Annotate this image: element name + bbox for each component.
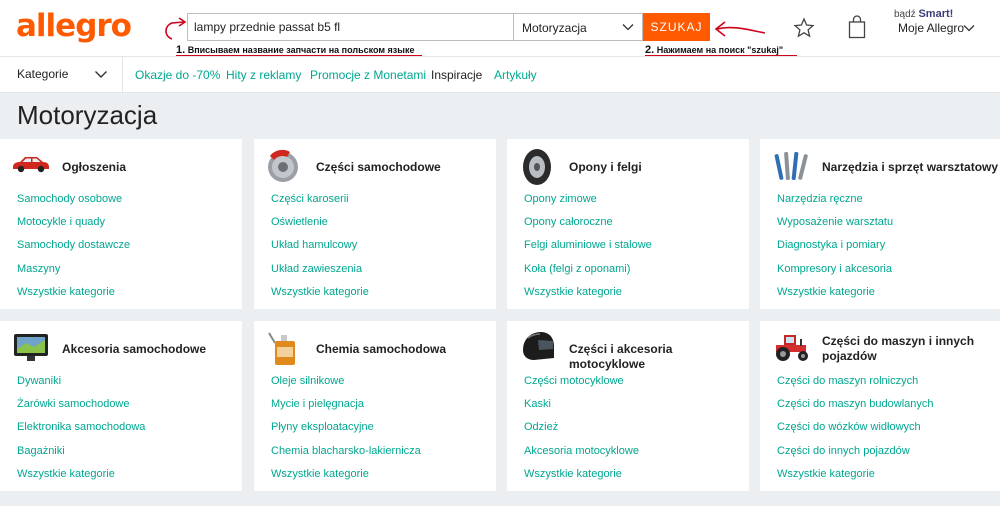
- tractor-icon: [776, 335, 808, 361]
- card-link[interactable]: Żarówki samochodowe: [17, 398, 130, 410]
- card-link[interactable]: Bagażniki: [17, 445, 65, 457]
- annotation-step-2-text: Нажимаем на поиск "szukaj": [656, 45, 784, 55]
- card-title: Ogłoszenia: [62, 160, 127, 174]
- card-link[interactable]: Wszystkie kategorie: [17, 468, 115, 480]
- card-link[interactable]: Diagnostyka i pomiary: [777, 239, 885, 251]
- search-button[interactable]: SZUKAJ: [643, 13, 710, 41]
- car-icon: [13, 157, 49, 173]
- allegro-logo[interactable]: allegro: [16, 8, 132, 44]
- card-link[interactable]: Dywaniki: [17, 375, 61, 387]
- card-link[interactable]: Wszystkie kategorie: [271, 286, 369, 298]
- card-title: Części do maszyn i innych pojazdów: [822, 334, 975, 363]
- annotation-step-1-text: Вписываем название запчасти на польском …: [187, 45, 415, 55]
- smart-prefix: bądź: [894, 9, 916, 20]
- chevron-down-icon: [622, 24, 634, 31]
- card-link[interactable]: Wszystkie kategorie: [271, 468, 369, 480]
- search-input[interactable]: [187, 13, 513, 41]
- nav-link-hity[interactable]: Hity z reklamy: [226, 68, 301, 82]
- card-title: Części i akcesoria motocyklowe: [569, 342, 673, 371]
- card-link[interactable]: Narzędzia ręczne: [777, 193, 863, 205]
- card-link[interactable]: Wszystkie kategorie: [524, 286, 622, 298]
- card-link[interactable]: Samochody dostawcze: [17, 239, 130, 251]
- card-link[interactable]: Motocykle i quady: [17, 216, 105, 228]
- category-card-opony: Opony i felgi Opony zimowe Opony całoroc…: [507, 139, 749, 309]
- tools-icon: [774, 151, 808, 181]
- card-link[interactable]: Układ zawieszenia: [271, 263, 362, 275]
- category-card-czesci: Części samochodowe Części karoserii Oświ…: [254, 139, 496, 309]
- nav-link-promocje[interactable]: Promocje z Monetami: [310, 68, 426, 82]
- nav-link-okazje[interactable]: Okazje do -70%: [135, 68, 220, 82]
- annotation-arrow-icon: [714, 21, 766, 37]
- card-title: Akcesoria samochodowe: [62, 342, 207, 356]
- card-link[interactable]: Oleje silnikowe: [271, 375, 344, 387]
- page-title: Motoryzacja: [17, 100, 158, 130]
- star-icon[interactable]: [793, 17, 815, 39]
- card-link[interactable]: Oświetlenie: [271, 216, 328, 228]
- card-link[interactable]: Wszystkie kategorie: [777, 286, 875, 298]
- shopping-bag-icon[interactable]: [848, 15, 866, 39]
- card-link[interactable]: Wszystkie kategorie: [777, 468, 875, 480]
- card-link[interactable]: Opony całoroczne: [524, 216, 613, 228]
- annotation-arrow-icon: [165, 17, 187, 40]
- card-title: Części samochodowe: [316, 160, 441, 174]
- category-card-narzedzia: Narzędzia i sprzęt warsztatowy Narzędzia…: [760, 139, 1000, 309]
- card-link[interactable]: Części do maszyn rolniczych: [777, 375, 918, 387]
- nav-link-artykuly[interactable]: Artykuły: [494, 68, 537, 82]
- card-link[interactable]: Maszyny: [17, 263, 60, 275]
- category-card-moto: Części i akcesoria motocyklowe Części mo…: [507, 321, 749, 491]
- category-card-ogloszenia: Ogłoszenia Samochody osobowe Motocykle i…: [0, 139, 242, 309]
- category-card-akcesoria: Akcesoria samochodowe Dywaniki Żarówki s…: [0, 321, 242, 491]
- card-title: Narzędzia i sprzęt warsztatowy: [822, 160, 999, 174]
- card-link[interactable]: Chemia blacharsko-lakiernicza: [271, 445, 421, 457]
- smart-badge[interactable]: bądź Smart!: [894, 8, 953, 20]
- card-link[interactable]: Wszystkie kategorie: [17, 286, 115, 298]
- card-link[interactable]: Płyny eksploatacyjne: [271, 421, 374, 433]
- kategorie-label: Kategorie: [17, 67, 69, 81]
- card-link[interactable]: Układ hamulcowy: [271, 239, 357, 251]
- category-card-chemia: Chemia samochodowa Oleje silnikowe Mycie…: [254, 321, 496, 491]
- card-title: Chemia samochodowa: [316, 342, 447, 356]
- card-link[interactable]: Elektronika samochodowa: [17, 421, 145, 433]
- card-link[interactable]: Odzież: [524, 421, 558, 433]
- tire-icon: [523, 149, 551, 185]
- top-header: allegro Motoryzacja SZUKAJ bądź Smart! M…: [0, 0, 1000, 57]
- gps-icon: [14, 334, 48, 361]
- smart-label: Smart!: [918, 8, 954, 20]
- card-link[interactable]: Opony zimowe: [524, 193, 597, 205]
- card-link[interactable]: Mycie i pielęgnacja: [271, 398, 364, 410]
- card-title: Opony i felgi: [569, 160, 642, 174]
- category-select[interactable]: Motoryzacja: [513, 13, 643, 41]
- card-link[interactable]: Wszystkie kategorie: [524, 468, 622, 480]
- category-nav: Kategorie Okazje do -70% Hity z reklamy …: [0, 56, 1000, 93]
- category-card-maszyny: Części do maszyn i innych pojazdów Częśc…: [760, 321, 1000, 491]
- oil-can-icon: [268, 332, 295, 365]
- card-link[interactable]: Kompresory i akcesoria: [777, 263, 892, 275]
- kategorie-dropdown[interactable]: Kategorie: [0, 57, 123, 92]
- card-link[interactable]: Wyposażenie warsztatu: [777, 216, 893, 228]
- card-link[interactable]: Felgi aluminiowe i stalowe: [524, 239, 652, 251]
- card-link[interactable]: Kaski: [524, 398, 551, 410]
- card-link[interactable]: Akcesoria motocyklowe: [524, 445, 639, 457]
- card-link[interactable]: Części do maszyn budowlanych: [777, 398, 934, 410]
- chevron-down-icon: [95, 71, 107, 78]
- chevron-down-icon[interactable]: [963, 22, 975, 34]
- card-link[interactable]: Części do wózków widłowych: [777, 421, 921, 433]
- category-select-value: Motoryzacja: [522, 21, 587, 35]
- helmet-icon: [523, 332, 554, 360]
- card-link[interactable]: Części do innych pojazdów: [777, 445, 910, 457]
- card-link[interactable]: Samochody osobowe: [17, 193, 122, 205]
- card-link[interactable]: Części motocyklowe: [524, 375, 624, 387]
- account-menu[interactable]: Moje Allegro: [898, 21, 964, 35]
- card-link[interactable]: Koła (felgi z oponami): [524, 263, 630, 275]
- brake-disc-icon: [268, 149, 298, 182]
- card-link[interactable]: Części karoserii: [271, 193, 349, 205]
- nav-link-inspiracje[interactable]: Inspiracje: [431, 68, 482, 82]
